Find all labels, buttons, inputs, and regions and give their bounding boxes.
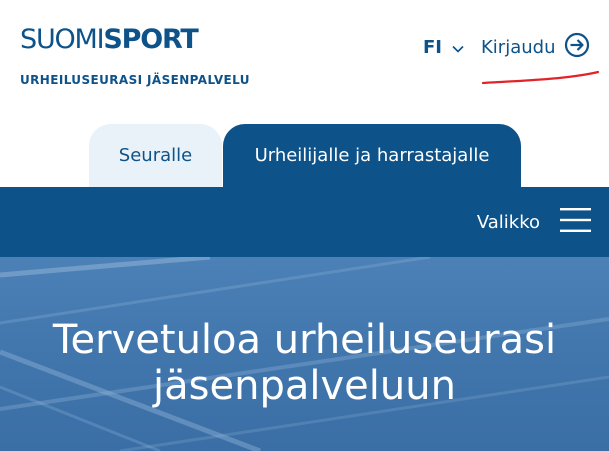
login-arrow-icon (564, 32, 590, 62)
hero-banner: Tervetuloa urheiluseurasi jäsenpalveluun (0, 257, 609, 451)
tab-seuralle-label: Seuralle (118, 145, 193, 166)
login-label: Kirjaudu (481, 36, 556, 58)
menu-button[interactable]: Valikko (477, 207, 591, 237)
suomisport-logo[interactable]: SUOMISPORT (20, 24, 199, 56)
hero-title: Tervetuloa urheiluseurasi jäsenpalveluun (0, 317, 609, 409)
hero-title-line-1: Tervetuloa urheiluseurasi (52, 317, 557, 363)
tab-seuralle[interactable]: Seuralle (89, 124, 222, 187)
tab-urheilijalle-label: Urheilijalle ja harrastajalle (254, 145, 490, 166)
logo-text-sport: SPORT (103, 24, 198, 55)
hamburger-icon (560, 207, 591, 237)
login-button[interactable]: Kirjaudu (481, 32, 590, 62)
site-header: SUOMISPORT URHEILUSEURASI JÄSENPALVELU F… (0, 0, 609, 123)
tab-urheilijalle-ja-harrastajalle[interactable]: Urheilijalle ja harrastajalle (223, 124, 521, 187)
menu-label: Valikko (476, 211, 540, 233)
main-navbar: Valikko (0, 187, 609, 257)
hero-title-line-2: jäsenpalveluun (153, 363, 456, 409)
red-underline-annotation (481, 70, 600, 85)
language-code: FI (423, 36, 442, 58)
language-selector[interactable]: FI (423, 35, 464, 59)
logo-text-suomi: SUOMI (20, 24, 105, 55)
chevron-down-icon (452, 38, 464, 57)
site-tagline: URHEILUSEURASI JÄSENPALVELU (20, 73, 250, 87)
